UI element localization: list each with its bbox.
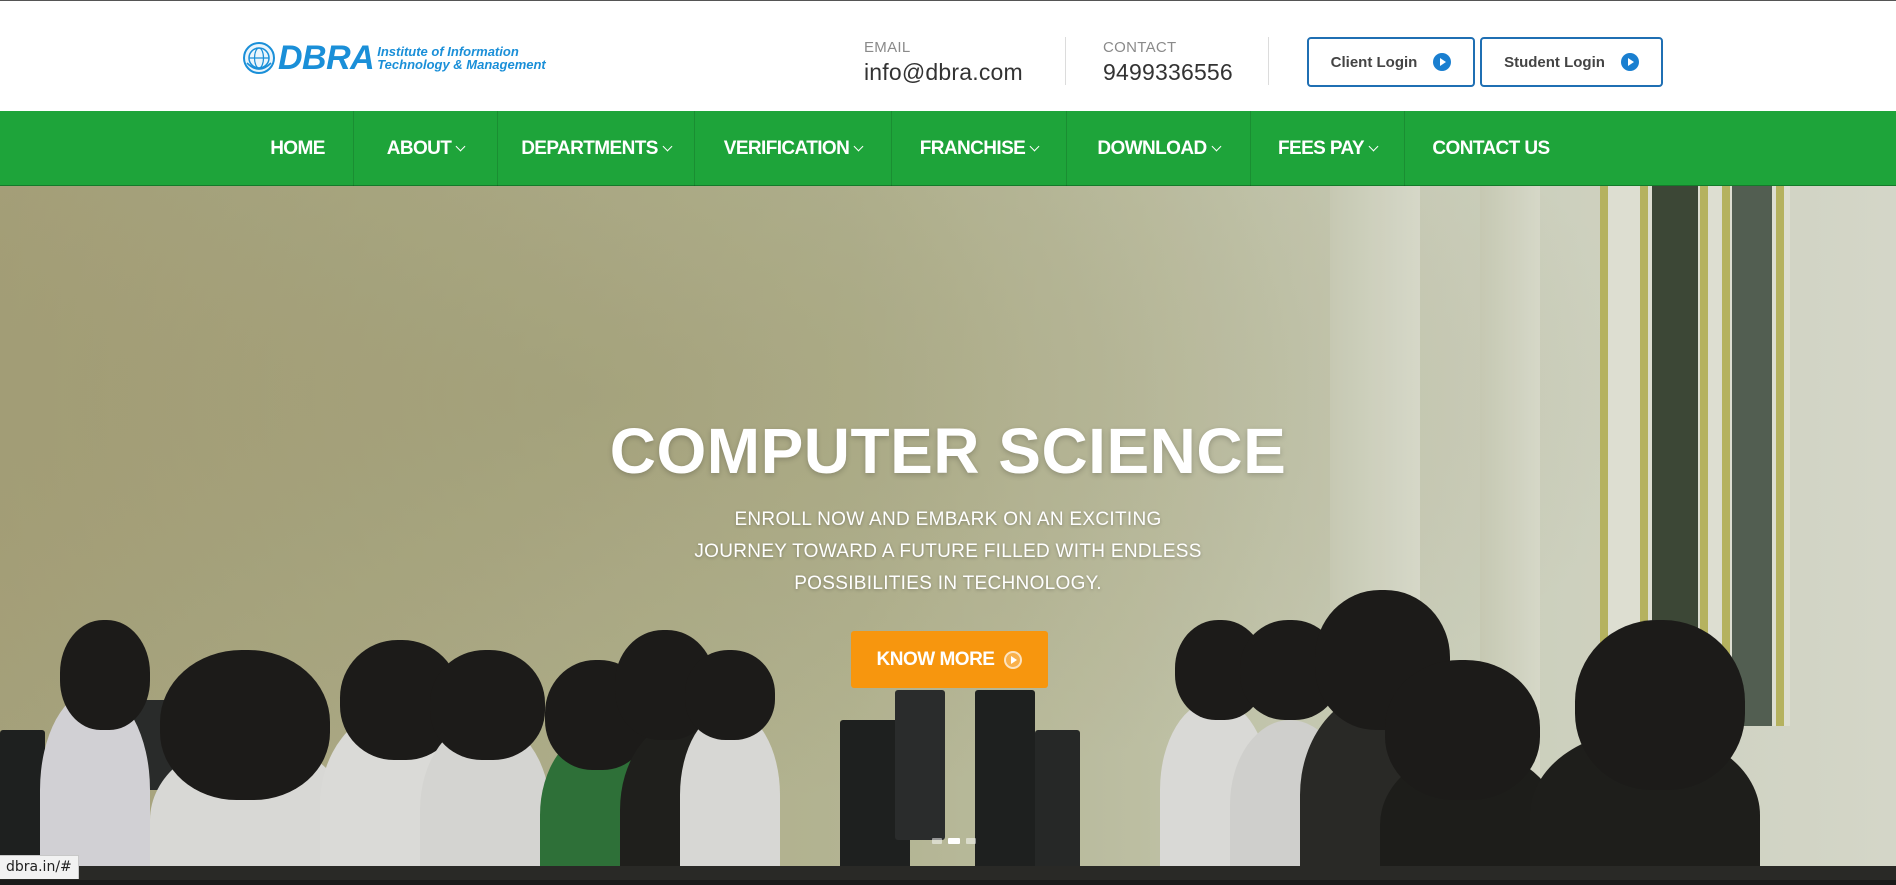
play-circle-icon (1433, 53, 1452, 71)
slider-dot[interactable] (966, 838, 976, 844)
phone-value[interactable]: 9499336556 (1103, 59, 1233, 86)
site-header: DBRA Institute of Information Technology… (0, 1, 1896, 111)
email-info: EMAIL info@dbra.com (864, 39, 1023, 86)
bottom-strip (0, 880, 1896, 885)
slider-dot[interactable] (932, 838, 942, 844)
know-more-button[interactable]: KNOW MORE (851, 631, 1048, 688)
nav-item-departments[interactable]: DEPARTMENTS (498, 111, 695, 186)
nav-item-label: CONTACT US (1432, 137, 1550, 159)
slider-pagination (932, 838, 976, 844)
nav-item-label: ABOUT (386, 137, 452, 159)
student-login-label: Student Login (1504, 53, 1605, 71)
email-label: EMAIL (864, 39, 911, 56)
logo-wordmark: DBRA (278, 39, 375, 77)
site-logo[interactable]: DBRA Institute of Information Technology… (242, 41, 546, 75)
email-value[interactable]: info@dbra.com (864, 59, 1023, 86)
nav-item-download[interactable]: DOWNLOAD (1067, 111, 1251, 186)
chevron-down-icon (662, 141, 673, 151)
nav-item-home[interactable]: HOME (242, 111, 354, 186)
hero-slider: COMPUTER SCIENCE ENROLL NOW AND EMBARK O… (0, 186, 1896, 880)
chevron-down-icon (853, 141, 864, 151)
chevron-down-icon (1211, 141, 1222, 151)
header-divider (1268, 37, 1269, 85)
play-circle-icon (1004, 650, 1023, 669)
chevron-down-icon (1029, 141, 1040, 151)
logo-tagline-line2: Technology & Management (377, 57, 546, 72)
status-bar-url: dbra.in/# (0, 855, 79, 879)
nav-item-franchise[interactable]: FRANCHISE (892, 111, 1067, 186)
hero-description-line: ENROLL NOW AND EMBARK ON AN EXCITING (734, 509, 1162, 530)
logo-tagline: Institute of Information Technology & Ma… (377, 45, 546, 71)
phone-info: CONTACT 9499336556 (1103, 39, 1233, 86)
know-more-label: KNOW MORE (876, 648, 995, 670)
main-nav: HOME ABOUT DEPARTMENTS VERIFICATION FRAN… (0, 111, 1896, 186)
chevron-down-icon (1368, 141, 1379, 151)
nav-item-label: FRANCHISE (919, 137, 1026, 159)
nav-item-label: HOME (270, 137, 325, 159)
client-login-label: Client Login (1330, 53, 1418, 71)
globe-emblem-icon (243, 42, 275, 74)
hero-description-line: POSSIBILITIES IN TECHNOLOGY. (794, 573, 1102, 594)
nav-item-fees-pay[interactable]: FEES PAY (1251, 111, 1405, 186)
nav-item-label: VERIFICATION (723, 137, 850, 159)
header-divider (1065, 37, 1066, 85)
nav-item-about[interactable]: ABOUT (354, 111, 498, 186)
hero-description-line: JOURNEY TOWARD A FUTURE FILLED WITH ENDL… (694, 541, 1202, 562)
slider-dot-active[interactable] (948, 838, 960, 844)
nav-item-contact-us[interactable]: CONTACT US (1405, 111, 1577, 186)
client-login-button[interactable]: Client Login (1307, 37, 1475, 87)
hero-title: COMPUTER SCIENCE (609, 415, 1287, 487)
student-login-button[interactable]: Student Login (1480, 37, 1663, 87)
phone-label: CONTACT (1103, 39, 1177, 56)
chevron-down-icon (455, 141, 466, 151)
nav-item-label: DOWNLOAD (1097, 137, 1207, 159)
hero-description: ENROLL NOW AND EMBARK ON AN EXCITING JOU… (648, 504, 1248, 600)
nav-item-verification[interactable]: VERIFICATION (695, 111, 892, 186)
nav-item-label: DEPARTMENTS (521, 137, 658, 159)
nav-item-label: FEES PAY (1277, 137, 1365, 159)
play-circle-icon (1620, 53, 1639, 71)
